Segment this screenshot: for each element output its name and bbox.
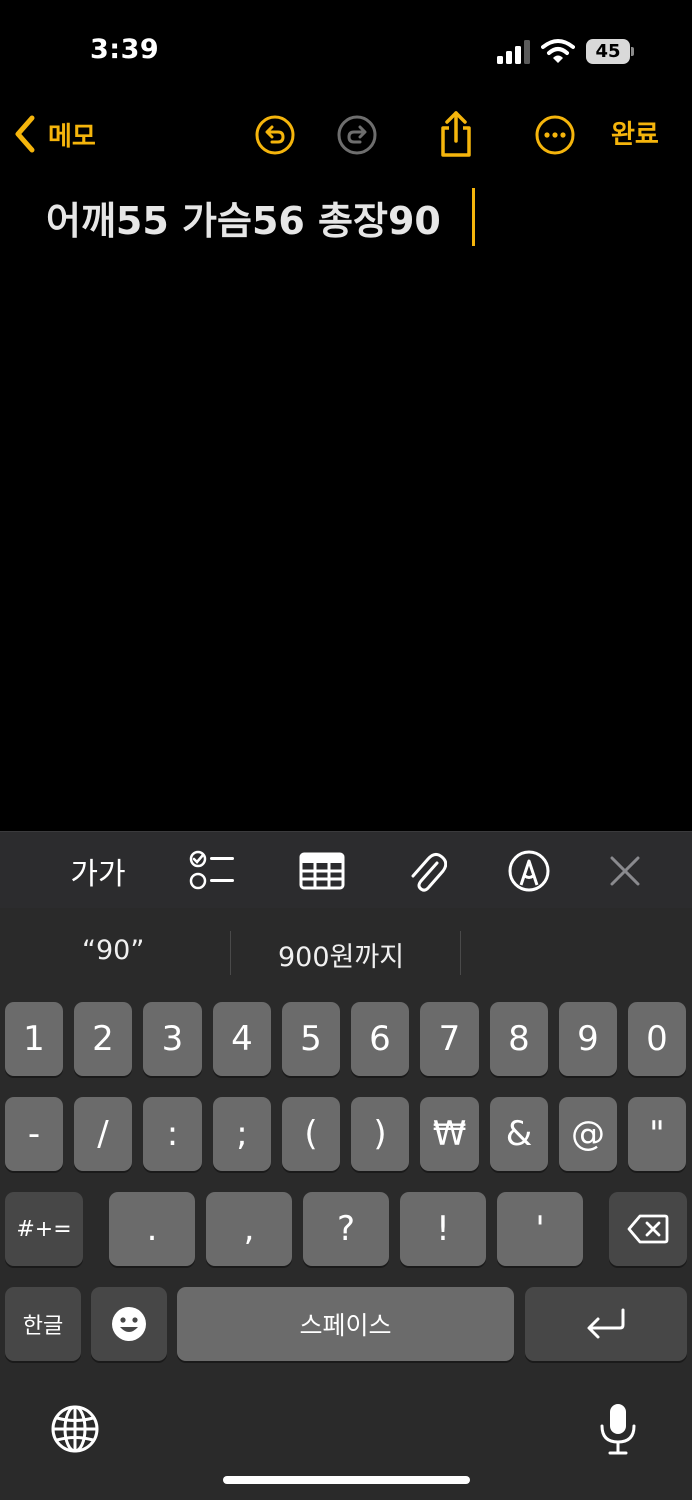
key-6[interactable]: 6	[351, 1002, 409, 1076]
key-exclamation[interactable]: !	[400, 1192, 486, 1266]
back-label: 메모	[48, 121, 96, 152]
delete-key[interactable]	[609, 1192, 687, 1266]
suggestion-divider	[460, 931, 461, 975]
key-5[interactable]: 5	[282, 1002, 340, 1076]
nav-bar: 메모 완료	[0, 100, 692, 166]
key-2[interactable]: 2	[74, 1002, 132, 1076]
key-7[interactable]: 7	[420, 1002, 479, 1076]
checklist-icon	[189, 850, 234, 890]
table-icon	[299, 852, 345, 890]
key-period[interactable]: .	[109, 1192, 195, 1266]
suggestion-bar: “90” 900원까지	[0, 909, 692, 999]
emoji-icon	[112, 1307, 146, 1341]
key-slash[interactable]: /	[74, 1097, 132, 1171]
backspace-icon	[627, 1214, 669, 1244]
key-close-paren[interactable]: )	[351, 1097, 409, 1171]
key-colon[interactable]: :	[143, 1097, 202, 1171]
undo-icon[interactable]	[254, 114, 296, 156]
attachment-button[interactable]	[404, 849, 450, 893]
note-text[interactable]: 어깨55 가슴56 총장90	[46, 190, 441, 245]
battery-icon: 45	[586, 39, 634, 64]
markup-button[interactable]	[506, 849, 552, 893]
emoji-key[interactable]	[91, 1287, 167, 1361]
space-key[interactable]: 스페이스	[177, 1287, 514, 1361]
key-hyphen[interactable]: -	[5, 1097, 63, 1171]
key-quote[interactable]: "	[628, 1097, 686, 1171]
checklist-button[interactable]	[186, 849, 238, 893]
format-toolbar: 가가	[0, 831, 692, 908]
text-cursor	[472, 188, 475, 246]
text-format-button[interactable]: 가가	[66, 849, 130, 893]
close-toolbar-button[interactable]	[604, 849, 646, 893]
key-1[interactable]: 1	[5, 1002, 63, 1076]
suggestion-2[interactable]: 900원까지	[278, 935, 404, 974]
markup-pen-icon	[508, 850, 550, 892]
share-icon[interactable]	[436, 110, 476, 158]
home-indicator	[223, 1476, 470, 1484]
key-open-paren[interactable]: (	[282, 1097, 340, 1171]
key-0[interactable]: 0	[628, 1002, 686, 1076]
wifi-icon	[541, 39, 575, 63]
suggestion-divider	[230, 931, 231, 975]
more-options-icon[interactable]	[534, 114, 576, 156]
chevron-left-icon	[15, 115, 35, 153]
key-semicolon[interactable]: ;	[213, 1097, 271, 1171]
microphone-icon[interactable]	[598, 1402, 638, 1456]
key-won[interactable]: ₩	[420, 1097, 479, 1171]
globe-icon[interactable]	[50, 1404, 100, 1454]
key-4[interactable]: 4	[213, 1002, 271, 1076]
key-more-symbols[interactable]: #+=	[5, 1192, 83, 1266]
status-time: 3:39	[90, 34, 160, 65]
key-ampersand[interactable]: &	[490, 1097, 548, 1171]
key-8[interactable]: 8	[490, 1002, 548, 1076]
text-format-label: 가가	[70, 857, 126, 892]
redo-icon[interactable]	[336, 114, 378, 156]
key-korean[interactable]: 한글	[5, 1287, 81, 1361]
back-button[interactable]: 메모	[14, 112, 96, 156]
table-button[interactable]	[296, 849, 348, 893]
return-icon	[587, 1308, 625, 1339]
paperclip-icon	[411, 852, 447, 892]
key-9[interactable]: 9	[559, 1002, 617, 1076]
suggestion-1[interactable]: “90”	[82, 935, 144, 966]
return-key[interactable]	[525, 1287, 687, 1361]
key-question[interactable]: ?	[303, 1192, 389, 1266]
close-icon	[610, 856, 640, 886]
key-comma[interactable]: ,	[206, 1192, 292, 1266]
key-at[interactable]: @	[559, 1097, 617, 1171]
key-apostrophe[interactable]: '	[497, 1192, 583, 1266]
cellular-signal-icon	[497, 40, 530, 64]
done-button[interactable]: 완료	[611, 114, 659, 151]
key-3[interactable]: 3	[143, 1002, 202, 1076]
battery-level: 45	[595, 41, 621, 62]
